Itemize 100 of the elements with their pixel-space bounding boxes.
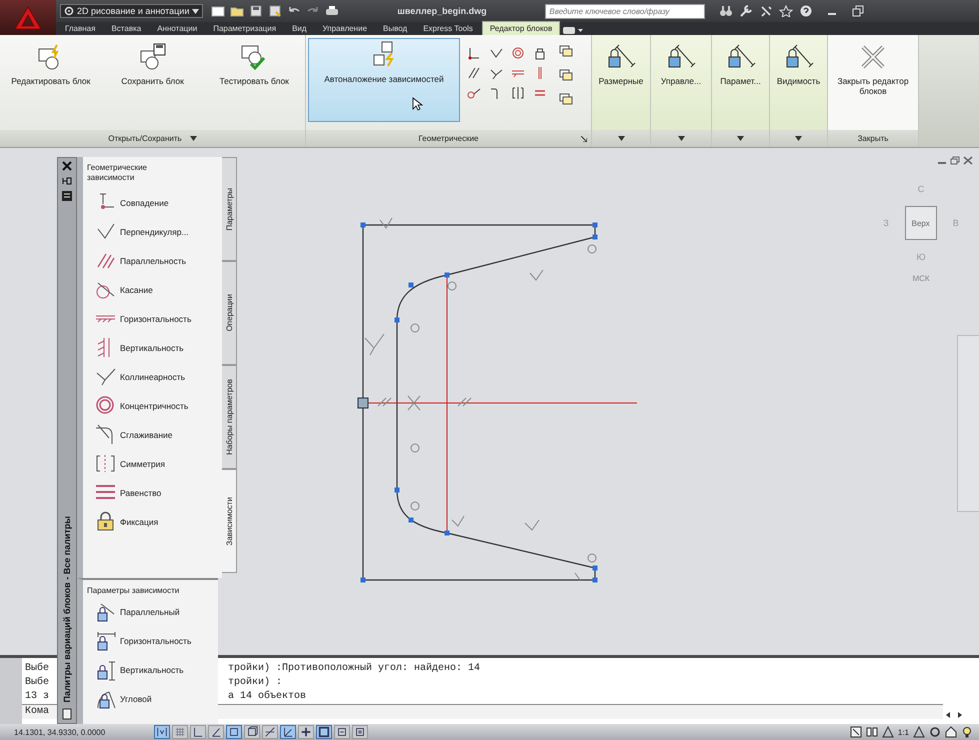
palette-tab[interactable]: Операции — [222, 261, 237, 365]
palette-tool[interactable]: Вертикальность — [87, 333, 222, 362]
model-icon[interactable] — [850, 726, 862, 738]
caret-icon[interactable] — [190, 136, 197, 141]
drafting-toggle[interactable] — [190, 725, 206, 739]
ribbon-button[interactable]: Редактировать блок — [0, 41, 102, 121]
print-icon[interactable] — [325, 5, 340, 17]
ribbon-tab[interactable]: Редактор блоков — [482, 21, 560, 35]
caret-icon[interactable] — [678, 136, 684, 141]
drafting-toggle[interactable] — [226, 725, 242, 739]
search-field[interactable]: Введите ключевое слово/фразу — [545, 4, 706, 18]
close-icon[interactable] — [963, 156, 973, 165]
binoculars-icon[interactable] — [719, 5, 734, 17]
save-icon[interactable] — [249, 5, 264, 17]
palette-tool[interactable]: Касание — [87, 275, 222, 304]
palette-tool[interactable]: Коллинеарность — [87, 362, 222, 392]
palette-tool[interactable]: Горизонтальность — [87, 626, 218, 656]
drafting-toggle[interactable] — [298, 725, 314, 739]
constraint-tool-button[interactable] — [510, 45, 526, 61]
constraint-display-button[interactable] — [558, 43, 574, 59]
constraint-icon — [467, 86, 481, 100]
ribbon-button[interactable]: Закрыть редактор блоков — [828, 41, 918, 121]
palette-tool[interactable]: Симметрия — [87, 449, 222, 478]
workspace-dropdown[interactable]: 2D рисование и аннотации — [60, 4, 204, 18]
ribbon-tab[interactable]: Вид — [285, 22, 314, 35]
palette-tool[interactable]: Сглаживание — [87, 420, 222, 450]
palette-tool[interactable]: Совпадение — [87, 188, 222, 218]
palette-tool[interactable]: Горизонтальность — [87, 304, 222, 334]
palette-tool[interactable]: Параллельный — [87, 598, 218, 627]
drafting-toggle[interactable] — [280, 725, 296, 739]
palette-tab[interactable]: Зависимости — [222, 469, 237, 573]
caret-icon[interactable] — [737, 136, 744, 141]
restore-icon[interactable] — [950, 156, 960, 165]
lightbulb-icon[interactable] — [961, 726, 973, 738]
ribbon-button[interactable]: Тестировать блок — [203, 41, 306, 121]
layout-icon[interactable] — [866, 726, 878, 738]
palette-tool[interactable]: Вертикальность — [87, 656, 218, 685]
ribbon-tab[interactable]: Управление — [316, 22, 374, 35]
application-menu-button[interactable] — [0, 0, 56, 35]
drafting-toggle[interactable] — [154, 725, 170, 739]
help-icon[interactable] — [799, 5, 814, 17]
drafting-toggle[interactable] — [244, 725, 260, 739]
palette-tool[interactable]: Равенство — [87, 478, 222, 508]
lock-parameter-icon — [95, 630, 116, 652]
constraint-display-button[interactable] — [558, 91, 574, 107]
constraint-tool-button[interactable] — [466, 45, 482, 61]
constraint-display-button[interactable] — [558, 67, 574, 83]
panel-title: Геометрические — [306, 130, 591, 147]
palette-menu-icon[interactable] — [62, 708, 72, 720]
command-text: а 14 объектов — [228, 690, 306, 704]
caret-icon[interactable] — [618, 136, 624, 141]
panel-toggle-icon[interactable] — [562, 26, 584, 35]
palette-tool[interactable]: Фиксация — [87, 507, 222, 536]
pin-icon[interactable] — [62, 176, 72, 186]
ribbon-tab[interactable]: Аннотации — [150, 22, 204, 35]
caret-icon[interactable] — [795, 136, 802, 141]
open-folder-icon[interactable] — [230, 5, 244, 17]
ribbon-button[interactable]: Автоналожение зависимостей — [308, 38, 460, 122]
new-file-icon[interactable] — [211, 5, 226, 17]
constraint-tool-button[interactable] — [466, 65, 482, 81]
star-icon[interactable] — [779, 5, 794, 17]
drafting-icon — [174, 726, 186, 738]
wrench-icon[interactable] — [739, 5, 754, 17]
palette-tab[interactable]: Параметры — [222, 157, 237, 261]
palette-tool[interactable]: Параллельность — [87, 246, 222, 276]
properties-icon[interactable] — [62, 191, 72, 201]
palette-tool[interactable]: Концентричность — [87, 391, 222, 420]
drafting-toggle[interactable] — [172, 725, 188, 739]
section-heading: Геометрические зависимости — [87, 163, 148, 184]
dialog-launcher-icon[interactable] — [581, 136, 587, 142]
ribbon-tab[interactable]: Express Tools — [416, 22, 480, 35]
drafting-toggle[interactable] — [316, 725, 332, 739]
palette-tab[interactable]: Наборы параметров — [222, 365, 237, 469]
triangle-logo-icon — [13, 4, 43, 30]
ribbon-tab[interactable]: Главная — [58, 22, 102, 35]
drafting-toggle[interactable] — [262, 725, 278, 739]
close-icon[interactable] — [62, 161, 72, 171]
constraint-display-icon — [558, 92, 574, 106]
ribbon-tab[interactable]: Параметризация — [206, 22, 284, 35]
constraint-tool-button[interactable] — [510, 85, 526, 101]
drafting-toggle[interactable] — [334, 725, 350, 739]
drafting-toggle[interactable] — [352, 725, 368, 739]
annotation-icon[interactable] — [913, 726, 925, 738]
viewcube-face[interactable]: Верх — [904, 206, 937, 240]
house-icon[interactable] — [945, 726, 957, 738]
ribbon-button[interactable]: Сохранить блок — [102, 41, 204, 121]
constraint-icon — [511, 86, 525, 100]
palette-tool[interactable]: Перпендикуляр... — [87, 217, 222, 246]
palette-tool[interactable]: Угловой — [87, 684, 218, 714]
lock-parameter-icon — [95, 688, 116, 710]
command-text: Кома — [25, 705, 50, 719]
ribbon-tab[interactable]: Вставка — [104, 22, 148, 35]
save-as-icon[interactable] — [268, 5, 282, 17]
restore-icon[interactable] — [851, 5, 866, 17]
annotation-scale[interactable]: 1:1 — [898, 728, 909, 736]
command-text: Выбе — [25, 662, 50, 676]
ribbon-tab[interactable]: Вывод — [376, 22, 414, 35]
drafting-toggle[interactable] — [208, 725, 224, 739]
annotation-icon[interactable] — [882, 726, 894, 738]
command-line-handle[interactable] — [0, 658, 22, 724]
